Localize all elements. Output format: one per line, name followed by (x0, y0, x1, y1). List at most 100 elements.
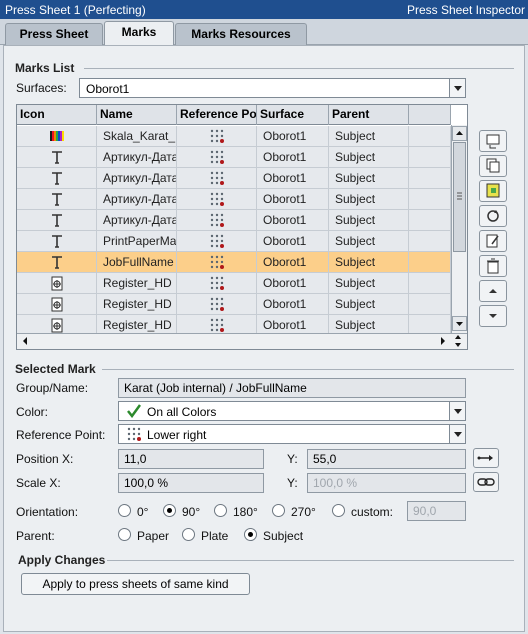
scroll-thumb[interactable] (453, 142, 466, 252)
column-header-icon[interactable]: Icon (17, 105, 97, 125)
marks-table: Icon Name Reference Po Surface Parent Sk… (16, 104, 468, 350)
scale-y-label: Y: (287, 476, 298, 490)
text-icon (50, 214, 64, 230)
tab-marks[interactable]: Marks (104, 21, 174, 46)
selected-mark-title: Selected Mark (15, 362, 96, 376)
table-row[interactable]: Артикул-Дата Oborot1 Subject (17, 168, 451, 189)
color-select[interactable]: On all Colors (118, 401, 466, 421)
orientation-270-radio[interactable] (272, 504, 285, 517)
surfaces-select[interactable]: Oborot1 (79, 78, 466, 98)
table-row[interactable]: Артикул-Дата Oborot1 Subject (17, 189, 451, 210)
position-x-input[interactable]: 11,0 (118, 449, 264, 469)
table-row[interactable]: Артикул-Дата Oborot1 Subject (17, 210, 451, 231)
reference-point-icon (210, 192, 224, 209)
row-name: Register_HD (97, 294, 177, 315)
reference-point-value: Lower right (147, 428, 207, 442)
row-reference-point (177, 210, 257, 231)
refresh-button[interactable] (479, 205, 507, 227)
divider (84, 68, 514, 69)
duplicate-button[interactable] (479, 155, 507, 177)
table-row[interactable]: PrintPaperMa Oborot1 Subject (17, 231, 451, 252)
row-parent: Subject (329, 189, 409, 210)
resize-vertical-icon[interactable] (452, 334, 464, 348)
apply-same-kind-button[interactable]: Apply to press sheets of same kind (21, 573, 250, 595)
delete-button[interactable] (479, 255, 507, 277)
table-header: Icon Name Reference Po Surface Parent (17, 105, 451, 125)
horizontal-scrollbar[interactable] (17, 333, 467, 349)
row-reference-point (177, 252, 257, 273)
orientation-180-label: 180° (233, 505, 258, 519)
chevron-right-icon[interactable] (437, 334, 449, 348)
row-reference-point (177, 273, 257, 294)
reference-point-icon (210, 276, 224, 293)
trash-icon (487, 258, 499, 274)
column-header-name[interactable]: Name (97, 105, 177, 125)
orientation-0-radio[interactable] (118, 504, 131, 517)
tab-marks-resources[interactable]: Marks Resources (175, 23, 307, 45)
reference-point-icon (210, 255, 224, 272)
scale-x-input[interactable]: 100,0 % (118, 473, 264, 493)
position-y-label: Y: (287, 452, 298, 466)
vertical-scrollbar[interactable] (451, 125, 467, 349)
scale-link-button[interactable] (473, 472, 499, 492)
tab-press-sheet[interactable]: Press Sheet (5, 23, 103, 45)
row-surface: Oborot1 (257, 210, 329, 231)
new-mark-icon (486, 134, 500, 149)
reference-point-select[interactable]: Lower right (118, 424, 466, 444)
row-surface: Oborot1 (257, 273, 329, 294)
table-row[interactable]: Артикул-Дата Oborot1 Subject (17, 147, 451, 168)
chevron-down-icon[interactable] (449, 425, 465, 443)
table-row[interactable]: Skala_Karat_ Oborot1 Subject (17, 126, 451, 147)
parent-subject-radio[interactable] (244, 528, 257, 541)
parent-paper-label: Paper (137, 529, 170, 543)
row-name: Артикул-Дата (97, 168, 177, 189)
column-header-parent[interactable]: Parent (329, 105, 409, 125)
reference-point-icon (127, 427, 141, 441)
position-y-input[interactable]: 55,0 (307, 449, 466, 469)
chevron-up-icon (456, 131, 463, 135)
row-name: JobFullName (97, 252, 177, 273)
arrow-right-icon (477, 455, 493, 461)
chevron-down-icon[interactable] (449, 79, 465, 97)
row-icon-cell (17, 126, 97, 147)
new-mark-button[interactable] (479, 130, 507, 152)
row-empty-cell (409, 189, 451, 210)
text-icon (50, 151, 64, 167)
parent-plate-radio[interactable] (182, 528, 195, 541)
table-row[interactable]: Register_HD Oborot1 Subject (17, 273, 451, 294)
chevron-left-icon[interactable] (19, 334, 31, 348)
row-parent: Subject (329, 126, 409, 147)
row-icon-cell (17, 294, 97, 315)
reference-point-icon (210, 171, 224, 188)
column-header-surface[interactable]: Surface (257, 105, 329, 125)
row-surface: Oborot1 (257, 294, 329, 315)
orientation-0-label: 0° (137, 505, 149, 519)
row-icon-cell (17, 210, 97, 231)
orientation-90-radio[interactable] (163, 504, 176, 517)
chevron-down-icon[interactable] (449, 402, 465, 420)
row-parent: Subject (329, 273, 409, 294)
row-empty-cell (409, 294, 451, 315)
move-up-button[interactable] (479, 280, 507, 302)
orientation-90-label: 90° (182, 505, 201, 519)
scroll-down-button[interactable] (452, 316, 467, 331)
parent-paper-radio[interactable] (118, 528, 131, 541)
row-surface: Oborot1 (257, 126, 329, 147)
reference-point-icon (210, 129, 224, 146)
move-down-button[interactable] (479, 305, 507, 327)
import-button[interactable] (479, 180, 507, 202)
table-row[interactable]: JobFullName Oborot1 Subject (17, 252, 451, 273)
row-empty-cell (409, 231, 451, 252)
row-icon-cell (17, 189, 97, 210)
position-link-button[interactable] (473, 448, 499, 468)
reference-point-label: Reference Point: (16, 428, 106, 442)
scroll-up-button[interactable] (452, 126, 467, 141)
column-header-reference-point[interactable]: Reference Po (177, 105, 257, 125)
edit-button[interactable] (479, 230, 507, 252)
row-name: Артикул-Дата (97, 210, 177, 231)
arrow-up-icon (489, 289, 497, 293)
orientation-180-radio[interactable] (214, 504, 227, 517)
table-row[interactable]: Register_HD Oborot1 Subject (17, 294, 451, 315)
chevron-down-icon (456, 322, 463, 326)
orientation-custom-radio[interactable] (332, 504, 345, 517)
